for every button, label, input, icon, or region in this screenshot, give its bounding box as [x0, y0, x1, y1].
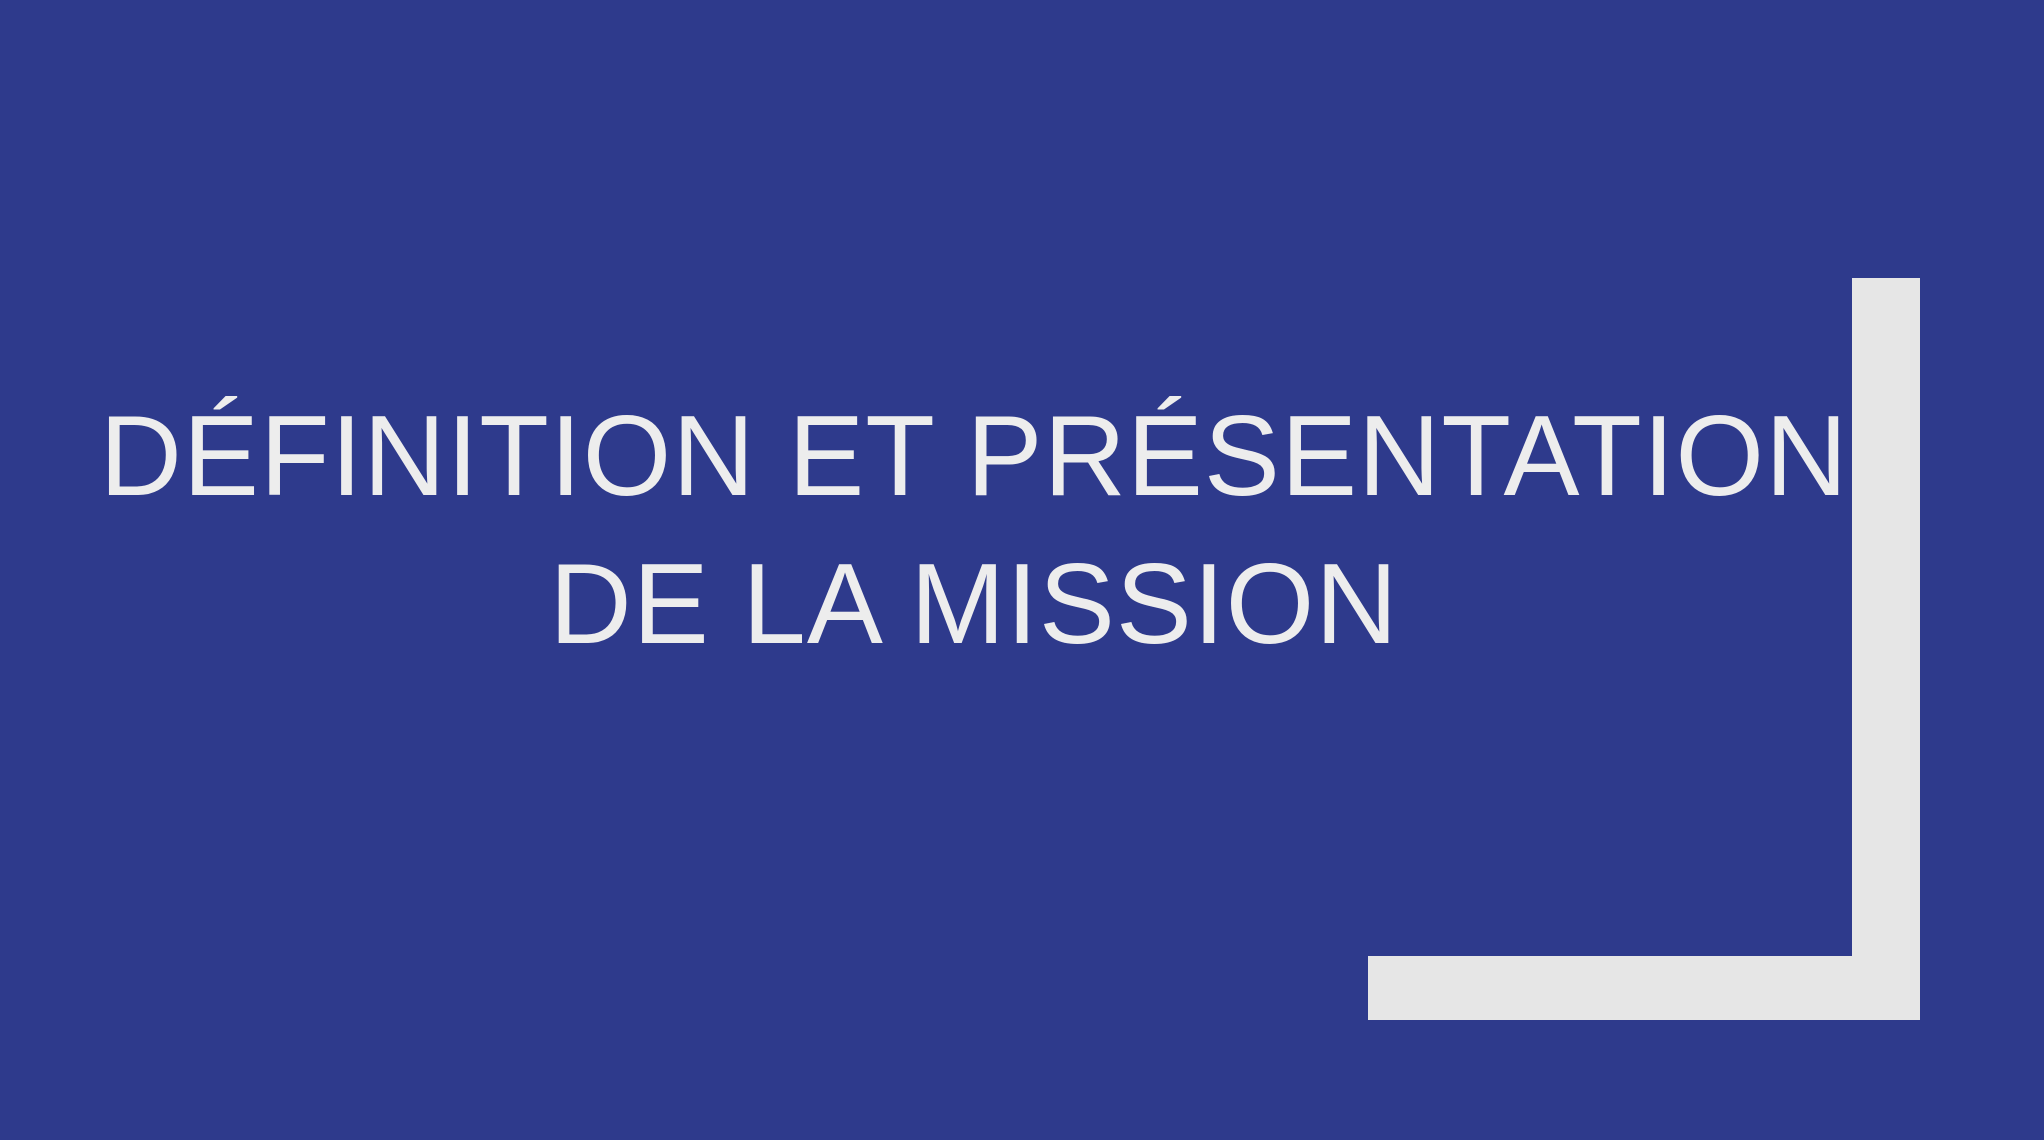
title-slide: DÉFINITION ET PRÉSENTATION DE LA MISSION [0, 0, 2044, 1140]
slide-title-line-1: DÉFINITION ET PRÉSENTATION [99, 393, 1849, 520]
slide-title-line-2: DE LA MISSION [549, 541, 1399, 668]
corner-bracket-horizontal-bar [1368, 956, 1920, 1020]
slide-title: DÉFINITION ET PRÉSENTATION DE LA MISSION [60, 383, 1888, 679]
corner-bracket-vertical-bar [1852, 278, 1920, 1020]
